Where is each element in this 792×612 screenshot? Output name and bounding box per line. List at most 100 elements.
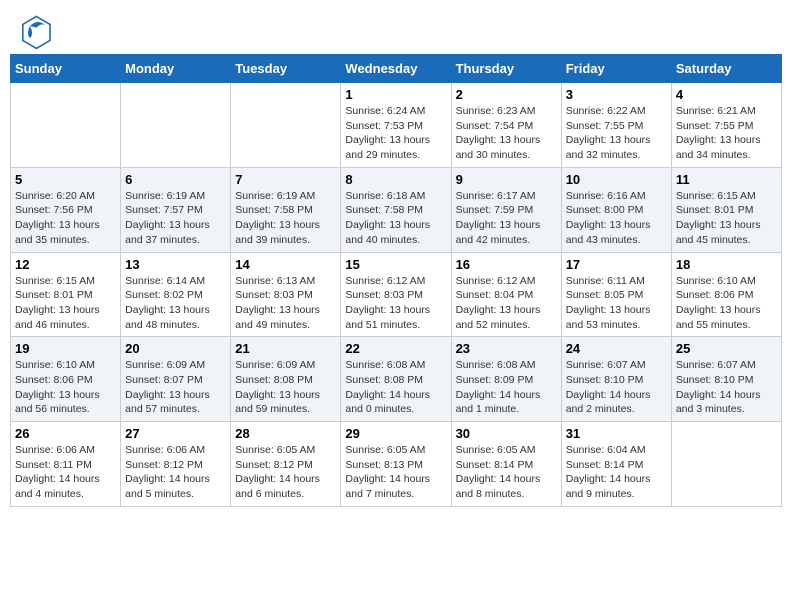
calendar-cell: 13 Sunrise: 6:14 AM Sunset: 8:02 PM Dayli…	[121, 252, 231, 337]
calendar-cell: 17Sunrise: 6:11 AM Sunset: 8:05 PM Dayli…	[561, 252, 671, 337]
weekday-header-saturday: Saturday	[671, 55, 781, 83]
day-info: Sunrise: 6:10 AM Sunset: 8:06 PM Dayligh…	[15, 358, 116, 417]
calendar-week-row: 12 Sunrise: 6:15 AM Sunset: 8:01 PM Dayli…	[11, 252, 782, 337]
calendar-cell: 29 Sunrise: 6:05 AM Sunset: 8:13 PM Dayli…	[341, 422, 451, 507]
day-info: Sunrise: 6:12 AM Sunset: 8:03 PM Dayligh…	[345, 274, 446, 333]
calendar-cell: 26 Sunrise: 6:06 AM Sunset: 8:11 PM Dayli…	[11, 422, 121, 507]
logo	[14, 10, 58, 50]
day-info: Sunrise: 6:05 AM Sunset: 8:14 PM Dayligh…	[456, 443, 557, 502]
calendar-week-row: 5Sunrise: 6:20 AM Sunset: 7:56 PM Daylig…	[11, 167, 782, 252]
day-info: Sunrise: 6:05 AM Sunset: 8:12 PM Dayligh…	[235, 443, 336, 502]
day-number: 19	[15, 341, 116, 356]
calendar-cell	[671, 422, 781, 507]
day-number: 3	[566, 87, 667, 102]
day-number: 2	[456, 87, 557, 102]
day-number: 8	[345, 172, 446, 187]
day-info: Sunrise: 6:12 AM Sunset: 8:04 PM Dayligh…	[456, 274, 557, 333]
day-info: Sunrise: 6:07 AM Sunset: 8:10 PM Dayligh…	[566, 358, 667, 417]
day-number: 28	[235, 426, 336, 441]
day-number: 23	[456, 341, 557, 356]
day-info: Sunrise: 6:07 AM Sunset: 8:10 PM Dayligh…	[676, 358, 777, 417]
day-number: 20	[125, 341, 226, 356]
weekday-header-thursday: Thursday	[451, 55, 561, 83]
calendar-cell: 3 Sunrise: 6:22 AM Sunset: 7:55 PM Daylig…	[561, 83, 671, 168]
calendar-week-row: 1 Sunrise: 6:24 AM Sunset: 7:53 PM Daylig…	[11, 83, 782, 168]
day-number: 22	[345, 341, 446, 356]
calendar-cell: 6 Sunrise: 6:19 AM Sunset: 7:57 PM Daylig…	[121, 167, 231, 252]
weekday-header-monday: Monday	[121, 55, 231, 83]
calendar-cell: 7 Sunrise: 6:19 AM Sunset: 7:58 PM Daylig…	[231, 167, 341, 252]
calendar-cell: 22 Sunrise: 6:08 AM Sunset: 8:08 PM Dayli…	[341, 337, 451, 422]
day-info: Sunrise: 6:04 AM Sunset: 8:14 PM Dayligh…	[566, 443, 667, 502]
day-info: Sunrise: 6:24 AM Sunset: 7:53 PM Dayligh…	[345, 104, 446, 163]
logo-icon	[14, 10, 54, 50]
day-info: Sunrise: 6:15 AM Sunset: 8:01 PM Dayligh…	[15, 274, 116, 333]
day-number: 29	[345, 426, 446, 441]
calendar-cell: 2 Sunrise: 6:23 AM Sunset: 7:54 PM Daylig…	[451, 83, 561, 168]
day-info: Sunrise: 6:16 AM Sunset: 8:00 PM Dayligh…	[566, 189, 667, 248]
calendar-table: SundayMondayTuesdayWednesdayThursdayFrid…	[10, 54, 782, 507]
day-info: Sunrise: 6:05 AM Sunset: 8:13 PM Dayligh…	[345, 443, 446, 502]
day-info: Sunrise: 6:06 AM Sunset: 8:11 PM Dayligh…	[15, 443, 116, 502]
calendar-cell: 28 Sunrise: 6:05 AM Sunset: 8:12 PM Dayli…	[231, 422, 341, 507]
calendar-cell: 15 Sunrise: 6:12 AM Sunset: 8:03 PM Dayli…	[341, 252, 451, 337]
day-info: Sunrise: 6:17 AM Sunset: 7:59 PM Dayligh…	[456, 189, 557, 248]
day-number: 1	[345, 87, 446, 102]
day-number: 26	[15, 426, 116, 441]
day-info: Sunrise: 6:09 AM Sunset: 8:07 PM Dayligh…	[125, 358, 226, 417]
weekday-header-tuesday: Tuesday	[231, 55, 341, 83]
day-info: Sunrise: 6:10 AM Sunset: 8:06 PM Dayligh…	[676, 274, 777, 333]
day-number: 25	[676, 341, 777, 356]
day-info: Sunrise: 6:11 AM Sunset: 8:05 PM Dayligh…	[566, 274, 667, 333]
page-header	[10, 10, 782, 50]
day-number: 18	[676, 257, 777, 272]
calendar-cell: 14 Sunrise: 6:13 AM Sunset: 8:03 PM Dayli…	[231, 252, 341, 337]
calendar-cell: 23Sunrise: 6:08 AM Sunset: 8:09 PM Dayli…	[451, 337, 561, 422]
day-info: Sunrise: 6:23 AM Sunset: 7:54 PM Dayligh…	[456, 104, 557, 163]
day-info: Sunrise: 6:15 AM Sunset: 8:01 PM Dayligh…	[676, 189, 777, 248]
day-number: 14	[235, 257, 336, 272]
day-number: 6	[125, 172, 226, 187]
day-info: Sunrise: 6:13 AM Sunset: 8:03 PM Dayligh…	[235, 274, 336, 333]
calendar-cell: 16Sunrise: 6:12 AM Sunset: 8:04 PM Dayli…	[451, 252, 561, 337]
calendar-cell	[11, 83, 121, 168]
calendar-cell: 9 Sunrise: 6:17 AM Sunset: 7:59 PM Daylig…	[451, 167, 561, 252]
calendar-cell: 25 Sunrise: 6:07 AM Sunset: 8:10 PM Dayli…	[671, 337, 781, 422]
day-info: Sunrise: 6:08 AM Sunset: 8:08 PM Dayligh…	[345, 358, 446, 417]
day-info: Sunrise: 6:06 AM Sunset: 8:12 PM Dayligh…	[125, 443, 226, 502]
day-number: 30	[456, 426, 557, 441]
day-number: 12	[15, 257, 116, 272]
calendar-cell: 8 Sunrise: 6:18 AM Sunset: 7:58 PM Daylig…	[341, 167, 451, 252]
day-info: Sunrise: 6:22 AM Sunset: 7:55 PM Dayligh…	[566, 104, 667, 163]
calendar-cell	[231, 83, 341, 168]
day-number: 31	[566, 426, 667, 441]
day-info: Sunrise: 6:20 AM Sunset: 7:56 PM Dayligh…	[15, 189, 116, 248]
day-number: 21	[235, 341, 336, 356]
day-number: 7	[235, 172, 336, 187]
calendar-cell: 27Sunrise: 6:06 AM Sunset: 8:12 PM Dayli…	[121, 422, 231, 507]
day-number: 15	[345, 257, 446, 272]
weekday-header-friday: Friday	[561, 55, 671, 83]
weekday-header-sunday: Sunday	[11, 55, 121, 83]
day-number: 10	[566, 172, 667, 187]
day-info: Sunrise: 6:18 AM Sunset: 7:58 PM Dayligh…	[345, 189, 446, 248]
day-info: Sunrise: 6:21 AM Sunset: 7:55 PM Dayligh…	[676, 104, 777, 163]
calendar-cell: 18 Sunrise: 6:10 AM Sunset: 8:06 PM Dayli…	[671, 252, 781, 337]
day-number: 9	[456, 172, 557, 187]
calendar-cell: 30 Sunrise: 6:05 AM Sunset: 8:14 PM Dayli…	[451, 422, 561, 507]
calendar-cell: 5Sunrise: 6:20 AM Sunset: 7:56 PM Daylig…	[11, 167, 121, 252]
calendar-cell: 11Sunrise: 6:15 AM Sunset: 8:01 PM Dayli…	[671, 167, 781, 252]
day-number: 24	[566, 341, 667, 356]
day-info: Sunrise: 6:19 AM Sunset: 7:58 PM Dayligh…	[235, 189, 336, 248]
calendar-cell: 31 Sunrise: 6:04 AM Sunset: 8:14 PM Dayli…	[561, 422, 671, 507]
calendar-cell: 1 Sunrise: 6:24 AM Sunset: 7:53 PM Daylig…	[341, 83, 451, 168]
calendar-cell: 20 Sunrise: 6:09 AM Sunset: 8:07 PM Dayli…	[121, 337, 231, 422]
day-info: Sunrise: 6:09 AM Sunset: 8:08 PM Dayligh…	[235, 358, 336, 417]
day-info: Sunrise: 6:14 AM Sunset: 8:02 PM Dayligh…	[125, 274, 226, 333]
calendar-cell: 10 Sunrise: 6:16 AM Sunset: 8:00 PM Dayli…	[561, 167, 671, 252]
day-info: Sunrise: 6:19 AM Sunset: 7:57 PM Dayligh…	[125, 189, 226, 248]
day-number: 13	[125, 257, 226, 272]
calendar-cell: 21 Sunrise: 6:09 AM Sunset: 8:08 PM Dayli…	[231, 337, 341, 422]
calendar-week-row: 26 Sunrise: 6:06 AM Sunset: 8:11 PM Dayli…	[11, 422, 782, 507]
weekday-header-wednesday: Wednesday	[341, 55, 451, 83]
